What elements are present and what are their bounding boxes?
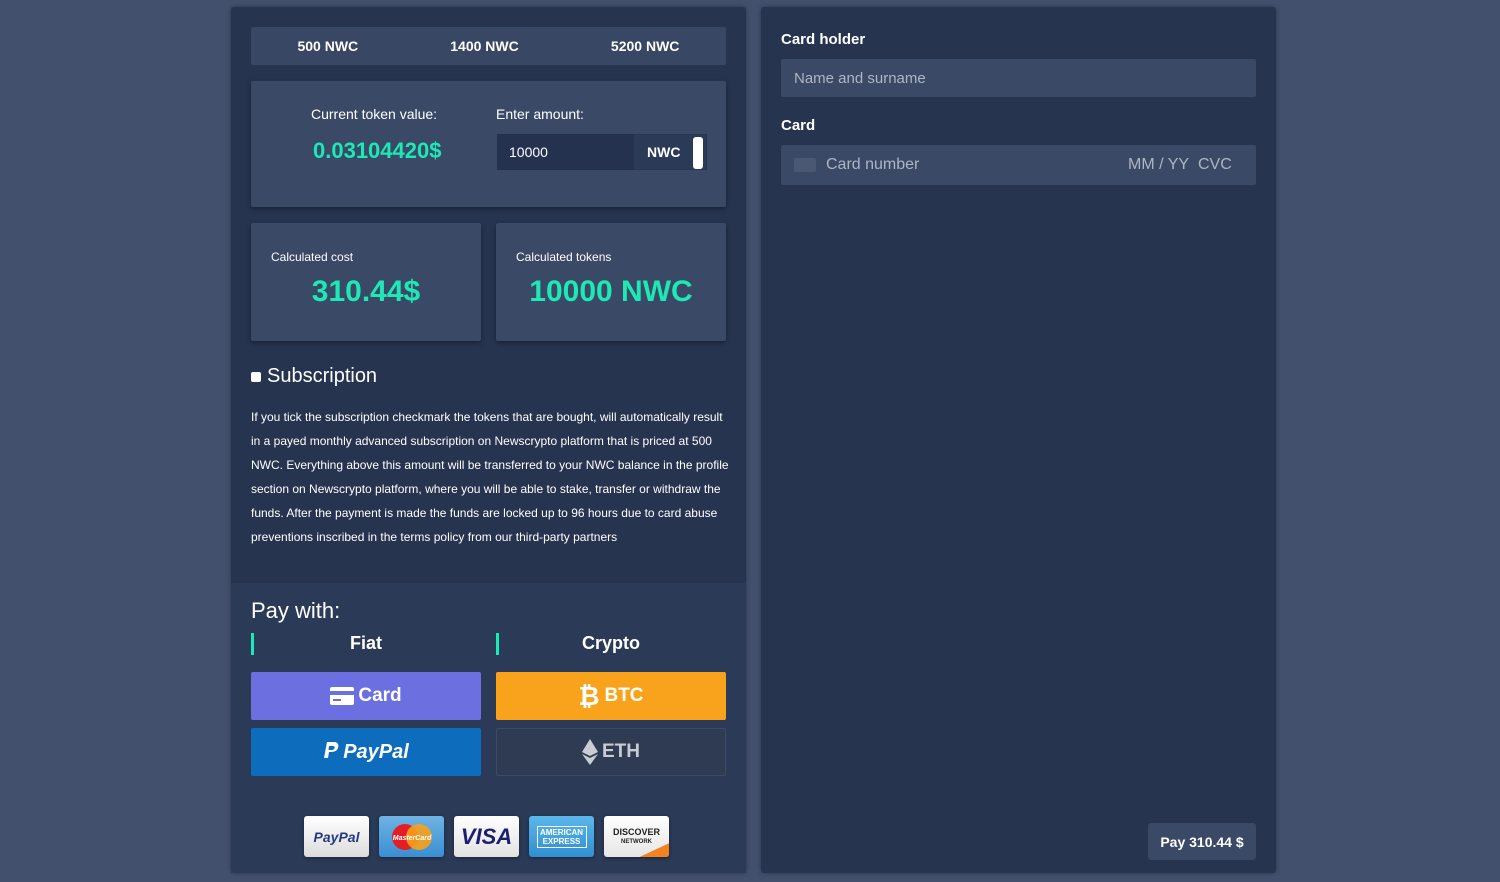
bitcoin-icon: ₿	[579, 682, 600, 710]
paypal-icon	[324, 742, 339, 758]
crypto-accent-bar	[496, 633, 499, 655]
toggle-knob[interactable]	[693, 137, 703, 169]
mastercard-logo-text: MasterCard	[392, 835, 431, 842]
paypal-logo: PayPal	[304, 816, 369, 857]
pay-eth-label: ETH	[602, 741, 640, 762]
calculated-cost-value: 310.44$	[311, 275, 421, 308]
preset-bar: 500 NWC 1400 NWC 5200 NWC	[251, 27, 726, 65]
amount-input[interactable]	[497, 134, 633, 170]
current-token-label: Current token value:	[311, 106, 438, 122]
card-holder-input[interactable]	[781, 59, 1256, 97]
credit-card-icon	[330, 687, 355, 705]
preset-1400-button[interactable]: 1400 NWC	[405, 38, 565, 54]
fiat-label: Fiat	[349, 633, 382, 653]
fiat-accent-bar	[251, 633, 254, 655]
amex-logo-text: AMERICAN EXPRESS	[536, 825, 587, 848]
pay-with-title: Pay with:	[251, 598, 341, 623]
visa-logo: VISA	[454, 816, 519, 857]
unit-label: NWC	[647, 144, 681, 160]
amount-label: Enter amount:	[496, 106, 584, 122]
card-number-placeholder[interactable]: Card number	[826, 156, 919, 174]
purchase-panel: 500 NWC 1400 NWC 5200 NWC Current token …	[231, 7, 746, 873]
calculated-tokens-box: Calculated tokens 10000 NWC	[496, 223, 726, 341]
card-holder-label: Card holder	[781, 31, 866, 48]
calculated-tokens-value: 10000 NWC	[529, 275, 693, 308]
amount-group: NWC	[497, 134, 707, 170]
calculated-tokens-label: Calculated tokens	[516, 250, 612, 264]
pay-btc-label: BTC	[604, 685, 644, 706]
subscription-checkbox[interactable]	[251, 371, 261, 382]
pay-btc-button[interactable]: ₿ BTC	[496, 672, 726, 720]
crypto-header: Crypto	[496, 633, 726, 655]
discover-logo-text: DISCOVER	[612, 826, 660, 837]
payment-logos: PayPal MasterCard VISA AMERICAN EXPRESS …	[304, 816, 679, 857]
svg-text:₿: ₿	[579, 682, 600, 710]
pay-paypal-label: PayPal	[343, 740, 409, 763]
unit-toggle[interactable]: NWC	[633, 134, 707, 170]
visa-logo-text: VISA	[460, 823, 513, 849]
current-token-value: 0.03104420$	[313, 138, 442, 163]
card-expiry-placeholder[interactable]: MM / YY	[1128, 156, 1189, 174]
subscription-description: If you tick the subscription checkmark t…	[251, 410, 729, 544]
card-label: Card	[781, 117, 816, 134]
calculated-cost-label: Calculated cost	[271, 250, 354, 264]
pay-with-section: Pay with: Fiat Crypto Card ₿ BTC PayPal …	[231, 583, 746, 873]
pay-card-button[interactable]: Card	[251, 672, 481, 720]
mastercard-circles-icon: MasterCard	[391, 823, 432, 850]
discover-logo-subtext: NETWORK	[620, 838, 652, 845]
crypto-label: Crypto	[582, 633, 640, 653]
card-form-panel: Card holder Card Card number MM / YY CVC…	[761, 7, 1276, 873]
fiat-header: Fiat	[251, 633, 481, 655]
amex-logo: AMERICAN EXPRESS	[529, 816, 594, 857]
pay-eth-button[interactable]: ETH	[496, 728, 726, 776]
mastercard-logo: MasterCard	[379, 816, 444, 857]
pay-card-label: Card	[358, 685, 402, 706]
card-number-field[interactable]: Card number MM / YY CVC	[781, 145, 1256, 185]
card-cvc-placeholder[interactable]: CVC	[1198, 156, 1232, 174]
token-box: Current token value: 0.03104420$ Enter a…	[251, 81, 726, 207]
subscription-title: Subscription	[267, 365, 378, 387]
pay-submit-button[interactable]: Pay 310.44 $	[1148, 823, 1256, 860]
preset-500-button[interactable]: 500 NWC	[251, 38, 405, 54]
pay-paypal-button[interactable]: PayPal	[251, 728, 481, 776]
discover-logo: DISCOVER NETWORK	[604, 816, 669, 857]
preset-5200-button[interactable]: 5200 NWC	[564, 38, 726, 54]
calculated-cost-box: Calculated cost 310.44$	[251, 223, 481, 341]
ethereum-icon	[582, 739, 598, 765]
card-brand-icon	[794, 158, 816, 172]
discover-logo-content: DISCOVER NETWORK	[613, 827, 660, 847]
paypal-logo-text: PayPal	[313, 828, 360, 845]
subscription-row: Subscription	[251, 365, 377, 388]
